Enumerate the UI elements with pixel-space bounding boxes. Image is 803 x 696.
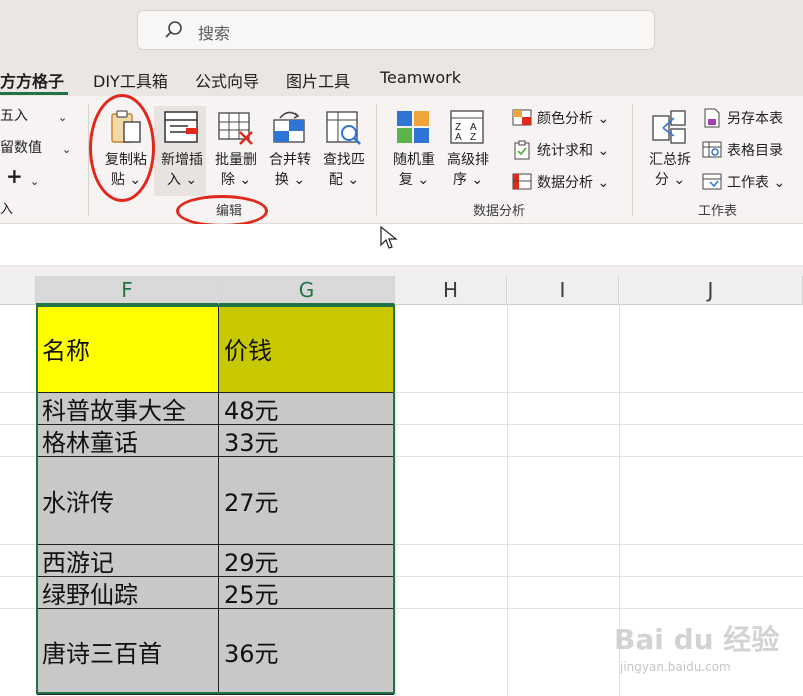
insert-new-label-1: 新增插 xyxy=(161,152,203,168)
worksheet-icon xyxy=(702,173,722,190)
insert-new-label-2: 入 xyxy=(166,172,181,188)
svg-text:A: A xyxy=(455,132,462,143)
column-headers: F G H I J xyxy=(0,276,803,305)
data-group-label: 数据分析 xyxy=(473,204,526,219)
tab-diy-toolbox[interactable]: DIY工具箱 xyxy=(93,68,168,92)
sort-az-icon: Z A A Z xyxy=(450,110,484,144)
random-repeat-label-1: 随机重 xyxy=(393,152,435,168)
left-group-label: 入 xyxy=(0,202,14,217)
table-cell-price[interactable]: 25元 xyxy=(219,577,394,609)
search-icon xyxy=(165,21,182,38)
column-header-i[interactable]: I xyxy=(507,276,619,305)
summarize-split-label-1: 汇总拆 xyxy=(649,152,691,168)
table-cell-name[interactable]: 科普故事大全 xyxy=(37,393,219,425)
table-cell-name[interactable]: 唐诗三百首 xyxy=(37,609,219,695)
copy-paste-button[interactable]: 复制粘贴 ⌄ xyxy=(98,106,150,196)
chevron-down-icon: ⌄ xyxy=(58,111,68,124)
search-placeholder: 搜索 xyxy=(198,24,231,43)
tab-image-tools[interactable]: 图片工具 xyxy=(286,68,350,92)
svg-text:Z: Z xyxy=(470,132,476,143)
stat-sum-label: 统计求和 xyxy=(537,143,593,159)
advanced-sort-label-2: 序 xyxy=(452,172,467,188)
find-match-icon xyxy=(326,111,361,145)
table-cell-price[interactable]: 48元 xyxy=(219,393,394,425)
merge-convert-label-2: 换 xyxy=(274,172,289,188)
random-repeat-label-2: 复 xyxy=(398,172,413,188)
column-header-g[interactable]: G xyxy=(219,276,395,305)
clipboard-icon xyxy=(111,110,141,143)
round-button[interactable]: 五入 xyxy=(0,108,28,124)
find-match-label-1: 查找匹 xyxy=(323,152,365,168)
keep-values-button[interactable]: 留数值 xyxy=(0,140,42,156)
copy-paste-label-1: 复制粘 xyxy=(105,152,147,168)
header-cell-price[interactable]: 价钱 xyxy=(219,305,394,393)
find-match-label-2: 配 xyxy=(328,172,343,188)
batch-delete-icon xyxy=(218,112,253,145)
table-directory-label: 表格目录 xyxy=(727,143,783,159)
save-sheet-label: 另存本表 xyxy=(727,111,783,127)
random-repeat-button[interactable]: 随机重复 ⌄ xyxy=(386,106,438,196)
batch-delete-label-1: 批量删 xyxy=(215,152,257,168)
mouse-cursor-icon xyxy=(380,226,398,249)
group-separator xyxy=(632,104,633,216)
table-cell-name[interactable]: 水浒传 xyxy=(37,457,219,545)
chevron-down-icon: ⌄ xyxy=(62,143,72,156)
advanced-sort-button[interactable]: Z A A Z 高级排序 ⌄ xyxy=(440,106,492,196)
copy-paste-label-2: 贴 xyxy=(110,172,125,188)
corner-cell[interactable] xyxy=(0,276,36,305)
tab-teamwork[interactable]: Teamwork xyxy=(380,68,461,87)
table-cell-name[interactable]: 格林童话 xyxy=(37,425,219,457)
insert-rows-icon xyxy=(164,111,198,143)
column-header-f[interactable]: F xyxy=(36,276,219,305)
color-grid-icon xyxy=(512,109,532,126)
chevron-down-icon: ⌄ xyxy=(30,175,40,188)
active-tab-indicator xyxy=(0,92,68,95)
formula-bar[interactable] xyxy=(0,224,803,266)
edit-group-label: 编辑 xyxy=(216,204,243,219)
table-cell-price[interactable]: 33元 xyxy=(219,425,394,457)
header-cell-name[interactable]: 名称 xyxy=(37,305,219,393)
column-header-j[interactable]: J xyxy=(619,276,803,305)
ribbon-tabs: 方方格子 DIY工具箱 公式向导 图片工具 Teamwork xyxy=(0,62,803,96)
merge-convert-icon xyxy=(273,111,305,143)
insert-new-button[interactable]: 新增插入 ⌄ xyxy=(154,106,206,196)
worksheet-label: 工作表 xyxy=(727,175,769,191)
ribbon-gap xyxy=(0,266,803,276)
batch-delete-label-2: 除 xyxy=(220,172,235,188)
batch-delete-button[interactable]: 批量删除 ⌄ xyxy=(208,106,260,196)
search-box[interactable]: 搜索 xyxy=(137,10,655,50)
title-bar: 搜索 xyxy=(0,0,803,62)
save-file-icon xyxy=(704,108,720,128)
watermark-brand: Bai du 经验 xyxy=(614,623,780,656)
tab-fangfang[interactable]: 方方格子 xyxy=(0,68,64,92)
random-repeat-icon xyxy=(397,111,429,143)
ribbon: 五入 ⌄ 留数值 ⌄ + ⌄ 入 复制粘贴 ⌄ 新增插入 ⌄ 批量删 除 ⌄ 合… xyxy=(0,96,803,224)
table-cell-price[interactable]: 29元 xyxy=(219,545,394,577)
clipboard-check-icon xyxy=(514,140,530,160)
table-cell-price[interactable]: 36元 xyxy=(219,609,394,695)
sheet-group-label: 工作表 xyxy=(698,204,738,219)
merge-convert-label-1: 合并转 xyxy=(269,152,311,168)
watermark-url: jingyan.baidu.com xyxy=(620,660,731,674)
merge-convert-button[interactable]: 合并转换 ⌄ xyxy=(262,106,314,196)
table-cell-price[interactable]: 27元 xyxy=(219,457,394,545)
summarize-split-label-2: 分 xyxy=(654,172,669,188)
column-header-h[interactable]: H xyxy=(395,276,507,305)
data-grid-icon xyxy=(512,173,532,190)
find-match-button[interactable]: 查找匹配 ⌄ xyxy=(316,106,368,196)
table-link-icon xyxy=(702,141,722,158)
plus-icon[interactable]: + xyxy=(6,166,23,186)
summarize-split-icon xyxy=(652,110,686,144)
color-analysis-label: 颜色分析 xyxy=(537,111,593,127)
group-separator xyxy=(376,104,377,216)
table-cell-name[interactable]: 西游记 xyxy=(37,545,219,577)
summarize-split-button[interactable]: 汇总拆分 ⌄ xyxy=(642,106,694,196)
data-analysis-label: 数据分析 xyxy=(537,175,593,191)
tab-formula-wizard[interactable]: 公式向导 xyxy=(195,68,259,92)
advanced-sort-label-1: 高级排 xyxy=(447,152,489,168)
group-separator xyxy=(88,104,89,216)
baidu-watermark: Bai du 经验 jingyan.baidu.com xyxy=(614,618,794,680)
table-cell-name[interactable]: 绿野仙踪 xyxy=(37,577,219,609)
